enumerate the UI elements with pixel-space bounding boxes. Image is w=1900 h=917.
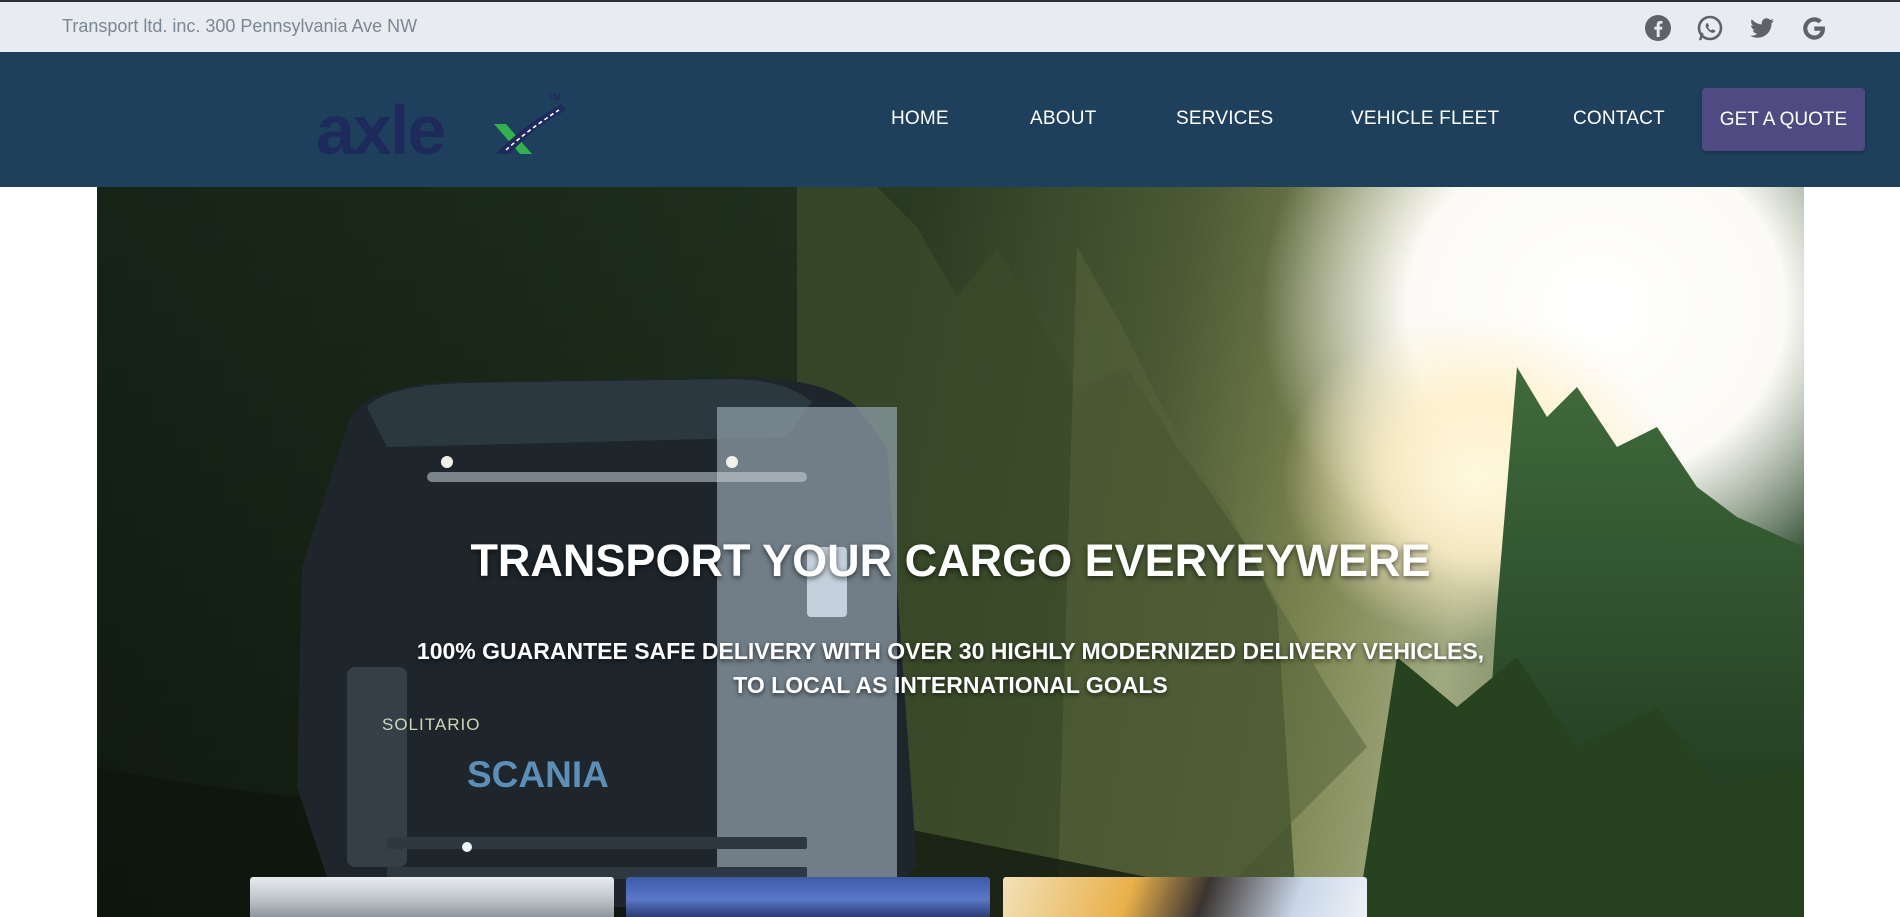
- hero-subtitle: 100% GUARANTEE SAFE DELIVERY WITH OVER 3…: [397, 634, 1504, 702]
- service-card-thumbnail[interactable]: [1003, 877, 1367, 917]
- axlex-logo[interactable]: axle TM: [316, 80, 570, 172]
- hero-subtitle-line-1: 100% GUARANTEE SAFE DELIVERY WITH OVER 3…: [416, 638, 1485, 664]
- hero-title: TRANSPORT YOUR CARGO EVERYEYWERE: [470, 535, 1431, 586]
- get-a-quote-button[interactable]: GET A QUOTE: [1702, 88, 1865, 151]
- hero-subtitle-line-2: TO LOCAL AS INTERNATIONAL GOALS: [733, 672, 1168, 698]
- google-icon[interactable]: [1800, 14, 1828, 42]
- nav-services[interactable]: SERVICES: [1176, 108, 1273, 130]
- whatsapp-icon[interactable]: [1696, 14, 1724, 42]
- social-links: [1644, 14, 1828, 42]
- nav-home[interactable]: HOME: [891, 108, 949, 130]
- twitter-icon[interactable]: [1748, 14, 1776, 42]
- top-info-bar: Transport ltd. inc. 300 Pennsylvania Ave…: [0, 0, 1900, 52]
- company-address: Transport ltd. inc. 300 Pennsylvania Ave…: [62, 16, 418, 36]
- hero-banner: SOLITARIO SCANIA TRANSPORT YOUR CARGO EV…: [97, 187, 1804, 917]
- truck-plate: SOLITARIO: [382, 715, 480, 734]
- service-card-thumbnail[interactable]: [250, 877, 614, 917]
- truck-brand: SCANIA: [467, 754, 609, 795]
- nav-about[interactable]: ABOUT: [1030, 108, 1096, 130]
- trademark-mark: TM: [548, 92, 561, 102]
- nav-contact[interactable]: CONTACT: [1573, 108, 1665, 130]
- service-card-thumbnail[interactable]: [626, 877, 990, 917]
- facebook-icon[interactable]: [1644, 14, 1672, 42]
- svg-text:axle: axle: [316, 91, 444, 169]
- nav-vehicle-fleet[interactable]: VEHICLE FLEET: [1351, 108, 1499, 130]
- main-navbar: axle TM HOME ABOUT SERVICES VEHICLE FLEE…: [0, 52, 1900, 187]
